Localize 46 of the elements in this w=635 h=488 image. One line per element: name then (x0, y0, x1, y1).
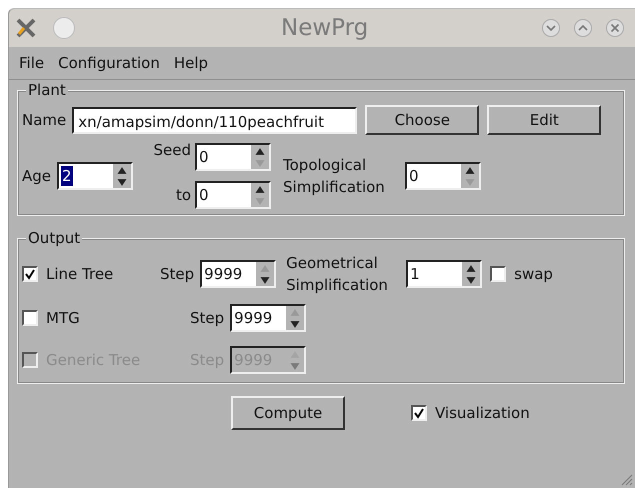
checkbox-label: Line Tree (46, 265, 114, 283)
push-button[interactable]: Edit (487, 105, 602, 135)
spin-box[interactable]: 0 (195, 181, 272, 209)
spin-box[interactable]: 1 (406, 260, 482, 288)
checkbox-label: swap (514, 265, 553, 283)
spin-up-icon[interactable] (254, 184, 266, 194)
window-title: NewPrg (281, 15, 368, 41)
field-label: Step (190, 309, 224, 327)
push-button[interactable]: Choose (365, 105, 480, 135)
spin-box[interactable]: 2 (57, 162, 134, 190)
field-label: Seed (152, 141, 192, 159)
spin-down-icon[interactable] (116, 178, 128, 186)
spin-up-icon[interactable] (254, 146, 266, 156)
field-label: Topological Simplification (283, 155, 386, 198)
menu-item[interactable]: File (19, 54, 44, 72)
field-label: Name (22, 111, 66, 129)
maximize-icon[interactable] (573, 18, 593, 38)
field-label: Age (22, 167, 52, 185)
field-label: Step (160, 265, 194, 283)
spin-up-icon[interactable] (116, 166, 128, 174)
name-field[interactable]: xn/amapsim/donn/110peachfruit (72, 106, 358, 134)
group-title: Output (26, 229, 82, 247)
spin-box[interactable]: 0 (405, 162, 482, 190)
spin-box[interactable]: 9999 (200, 260, 276, 288)
spin-up-icon[interactable] (464, 166, 476, 174)
checkbox[interactable] (22, 310, 38, 326)
minimize-icon[interactable] (541, 18, 561, 38)
spin-down-icon[interactable] (289, 320, 302, 328)
field-label: Geometrical Simplification (286, 253, 389, 296)
menu-item[interactable]: Configuration (58, 54, 160, 72)
checkbox[interactable] (490, 266, 506, 282)
spin-box[interactable]: 0 (195, 143, 272, 171)
checkbox[interactable] (411, 405, 427, 421)
app-icon (15, 17, 37, 39)
menu-item[interactable]: Help (174, 54, 208, 72)
spin-down-icon[interactable] (465, 276, 478, 284)
compute-button[interactable]: Compute (231, 396, 345, 430)
field-label: to (174, 186, 192, 204)
checkbox-label: MTG (46, 309, 81, 327)
spin-box[interactable]: 9999 (230, 304, 306, 332)
close-icon[interactable] (605, 18, 625, 38)
checkbox-label: Visualization (435, 404, 530, 422)
checkbox[interactable] (22, 266, 38, 282)
resize-grip-icon[interactable] (619, 472, 633, 486)
spin-up-icon[interactable] (465, 264, 478, 272)
spin-down-icon[interactable] (259, 276, 272, 284)
